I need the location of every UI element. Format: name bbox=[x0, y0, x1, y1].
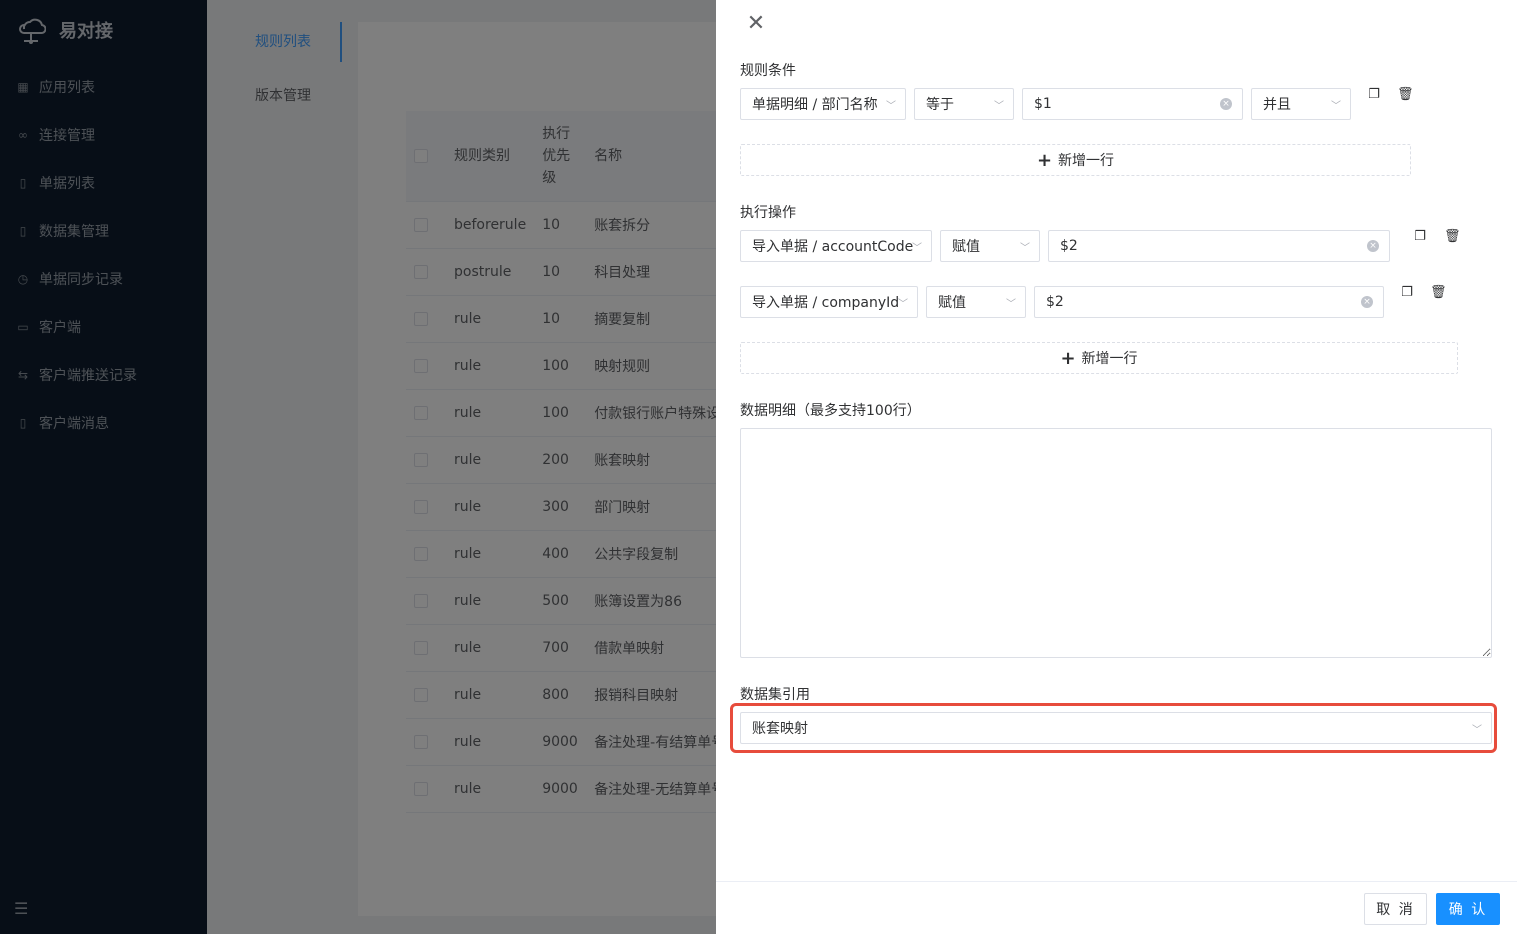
add-action-row-button[interactable]: + 新增一行 bbox=[740, 342, 1458, 374]
dataset-label: 数据集引用 bbox=[740, 687, 810, 703]
condition-logic-select[interactable]: 并且 ﹀ bbox=[1251, 88, 1351, 120]
chevron-down-icon: ﹀ bbox=[1006, 299, 1016, 310]
action-value-text: $2 bbox=[1060, 238, 1078, 254]
add-row-label: 新增一行 bbox=[1058, 153, 1115, 169]
condition-value-text: $1 bbox=[1034, 96, 1052, 112]
action-value-text: $2 bbox=[1046, 294, 1064, 310]
data-detail-textarea[interactable] bbox=[740, 428, 1492, 658]
condition-operator-value: 等于 bbox=[926, 97, 954, 113]
chevron-down-icon: ﹀ bbox=[994, 101, 1004, 112]
plus-icon: + bbox=[1060, 347, 1076, 369]
dataset-select[interactable]: 账套映射 ﹀ bbox=[740, 712, 1492, 744]
action-operator-select-1[interactable]: 赋值 ﹀ bbox=[940, 230, 1040, 262]
clear-icon[interactable]: × bbox=[1367, 240, 1379, 252]
chevron-down-icon: ﹀ bbox=[912, 243, 922, 254]
detail-label: 数据明细（最多支持100行） bbox=[740, 403, 921, 419]
dataset-value: 账套映射 bbox=[752, 721, 808, 737]
delete-icon[interactable]: 🗑︎ bbox=[1430, 286, 1447, 300]
action-value-input-2[interactable]: $2 × bbox=[1034, 286, 1384, 318]
action-field-value: 导入单据 / accountCode bbox=[752, 239, 914, 255]
add-row-label: 新增一行 bbox=[1081, 351, 1138, 367]
chevron-down-icon: ﹀ bbox=[1020, 243, 1030, 254]
condition-operator-select[interactable]: 等于 ﹀ bbox=[914, 88, 1014, 120]
condition-logic-value: 并且 bbox=[1263, 97, 1291, 113]
chevron-down-icon: ﹀ bbox=[1472, 725, 1482, 736]
condition-field-select[interactable]: 单据明细 / 部门名称 ﹀ bbox=[740, 88, 906, 120]
action-operator-select-2[interactable]: 赋值 ﹀ bbox=[926, 286, 1026, 318]
copy-icon[interactable]: ❐ bbox=[1400, 286, 1414, 300]
action-field-select-1[interactable]: 导入单据 / accountCode ﹀ bbox=[740, 230, 932, 262]
copy-icon[interactable]: ❐ bbox=[1367, 88, 1381, 102]
delete-icon[interactable]: 🗑︎ bbox=[1444, 230, 1461, 244]
action-value-input-1[interactable]: $2 × bbox=[1048, 230, 1390, 262]
chevron-down-icon: ﹀ bbox=[1331, 101, 1341, 112]
chevron-down-icon: ﹀ bbox=[886, 101, 896, 112]
copy-icon[interactable]: ❐ bbox=[1413, 230, 1427, 244]
drawer-footer: 取 消 确 认 bbox=[716, 881, 1517, 934]
add-condition-row-button[interactable]: + 新增一行 bbox=[740, 144, 1411, 176]
actions-label: 执行操作 bbox=[740, 205, 796, 221]
rule-edit-drawer: ✕ 规则条件 单据明细 / 部门名称 ﹀ 等于 ﹀ $1 × 并且 ﹀ ❐ 🗑︎ + 新增… bbox=[716, 0, 1517, 934]
action-field-value: 导入单据 / companyId bbox=[752, 295, 900, 311]
action-operator-value: 赋值 bbox=[952, 239, 980, 255]
confirm-button[interactable]: 确 认 bbox=[1436, 893, 1500, 925]
clear-icon[interactable]: × bbox=[1361, 296, 1373, 308]
plus-icon: + bbox=[1036, 149, 1053, 171]
condition-field-value: 单据明细 / 部门名称 bbox=[752, 97, 878, 113]
clear-icon[interactable]: × bbox=[1220, 98, 1232, 110]
action-field-select-2[interactable]: 导入单据 / companyId ﹀ bbox=[740, 286, 918, 318]
chevron-down-icon: ﹀ bbox=[898, 299, 908, 310]
close-icon[interactable]: ✕ bbox=[744, 12, 768, 36]
condition-value-input[interactable]: $1 × bbox=[1022, 88, 1243, 120]
cancel-button[interactable]: 取 消 bbox=[1364, 893, 1427, 925]
action-operator-value: 赋值 bbox=[938, 295, 966, 311]
conditions-label: 规则条件 bbox=[740, 63, 796, 79]
delete-icon[interactable]: 🗑︎ bbox=[1397, 88, 1414, 102]
